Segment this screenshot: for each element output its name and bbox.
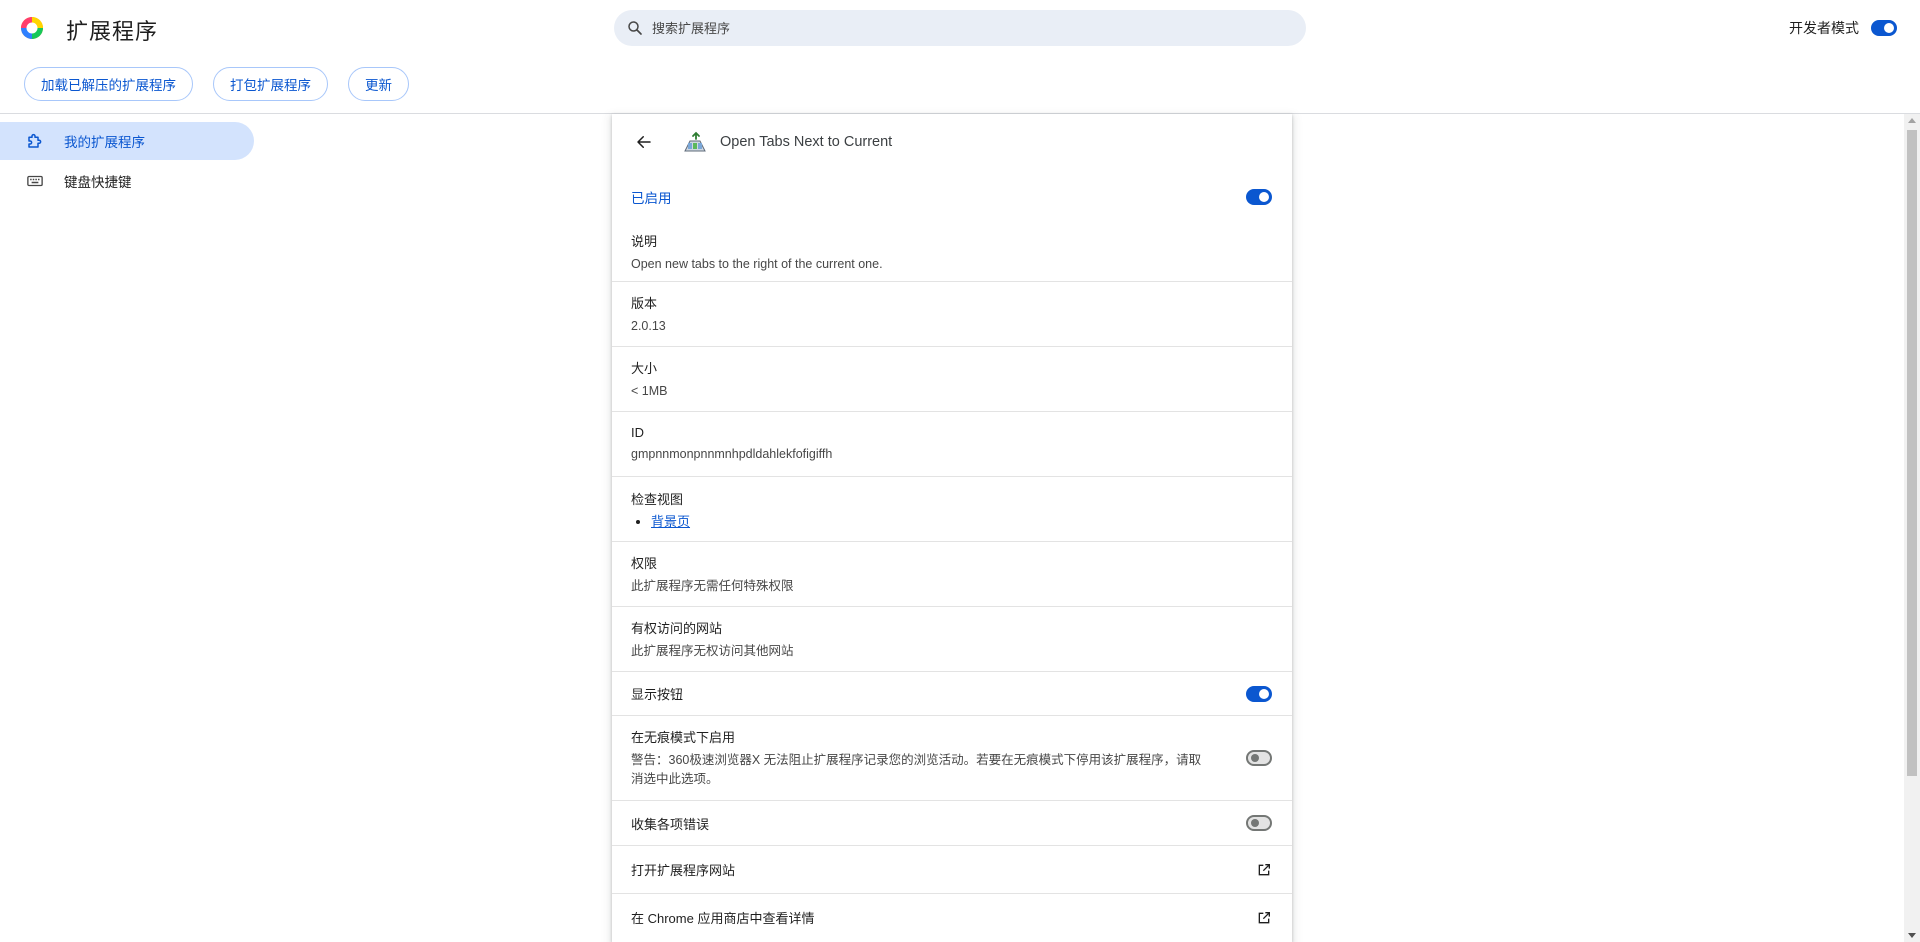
open-extension-site-row[interactable]: 打开扩展程序网站 <box>612 845 1292 893</box>
search-bar[interactable] <box>614 10 1306 46</box>
extension-name: Open Tabs Next to Current <box>720 134 893 150</box>
scrollbar-thumb[interactable] <box>1907 130 1917 776</box>
size-title: 大小 <box>631 360 658 376</box>
developer-mode-label: 开发者模式 <box>1789 20 1859 36</box>
puzzle-icon <box>26 132 44 150</box>
site-access-section: 有权访问的网站 此扩展程序无权访问其他网站 <box>612 606 1292 671</box>
inspect-views-title: 检查视图 <box>631 491 684 507</box>
show-button-toggle[interactable] <box>1246 685 1272 702</box>
scroll-down-arrow-icon[interactable] <box>1908 933 1916 938</box>
show-button-label: 显示按钮 <box>631 687 684 702</box>
version-title: 版本 <box>631 295 658 311</box>
description-title: 说明 <box>631 234 658 249</box>
permissions-text: 此扩展程序无需任何特殊权限 <box>631 578 794 593</box>
size-value: < 1MB <box>631 383 668 398</box>
collect-errors-toggle[interactable] <box>1246 815 1272 831</box>
sidebar-item-keyboard-shortcuts[interactable]: 键盘快捷键 <box>0 162 254 200</box>
site-access-text: 此扩展程序无权访问其他网站 <box>631 643 794 658</box>
incognito-toggle[interactable] <box>1246 750 1272 766</box>
open-in-new-icon <box>1256 862 1272 878</box>
extension-icon <box>682 129 708 155</box>
arrow-back-icon <box>637 136 651 148</box>
vertical-scrollbar[interactable] <box>1904 114 1920 942</box>
extension-enabled-toggle[interactable] <box>1246 189 1272 205</box>
collect-errors-row: 收集各项错误 <box>612 800 1292 845</box>
enabled-label: 已启用 <box>631 190 672 206</box>
list-item: 背景页 <box>651 511 1272 530</box>
inspect-views-section: 检查视图 背景页 <box>612 476 1292 541</box>
incognito-row: 在无痕模式下启用 警告：360极速浏览器X 无法阻止扩展程序记录您的浏览活动。若… <box>612 715 1292 800</box>
developer-mode-toggle[interactable] <box>1871 20 1897 36</box>
enabled-row: 已启用 <box>612 170 1292 224</box>
id-section: ID gmpnnmonpnnmnhpdldahlekfofigiffh <box>612 411 1292 476</box>
developer-mode: 开发者模式 <box>1789 18 1897 38</box>
background-page-link[interactable]: 背景页 <box>651 514 690 529</box>
top-bar: 扩展程序 开发者模式 <box>0 0 1920 56</box>
sidebar-item-label: 键盘快捷键 <box>64 175 132 190</box>
description-text: Open new tabs to the right of the curren… <box>631 257 883 271</box>
back-button[interactable] <box>630 128 658 156</box>
permissions-title: 权限 <box>631 555 658 571</box>
id-title: ID <box>631 424 644 440</box>
scroll-up-arrow-icon[interactable] <box>1908 118 1916 123</box>
collect-errors-label: 收集各项错误 <box>631 816 710 832</box>
sidebar-item-label: 我的扩展程序 <box>64 135 145 150</box>
id-value: gmpnnmonpnnmnhpdldahlekfofigiffh <box>631 446 833 461</box>
extension-detail-card: Open Tabs Next to Current 已启用 说明 Open ne… <box>612 114 1292 942</box>
update-button[interactable]: 更新 <box>348 67 409 101</box>
incognito-warning: 警告：360极速浏览器X 无法阻止扩展程序记录您的浏览活动。若要在无痕模式下停用… <box>631 753 1202 786</box>
browser-logo-icon <box>21 17 43 39</box>
open-in-new-icon <box>1256 910 1272 926</box>
store-label: 在 Chrome 应用商店中查看详情 <box>631 911 815 926</box>
sidebar: 我的扩展程序 键盘快捷键 <box>0 122 254 202</box>
pack-extension-button[interactable]: 打包扩展程序 <box>213 67 328 101</box>
search-icon <box>626 19 644 37</box>
keyboard-icon <box>26 172 44 190</box>
permissions-section: 权限 此扩展程序无需任何特殊权限 <box>612 541 1292 606</box>
open-site-label: 打开扩展程序网站 <box>631 863 736 878</box>
site-access-title: 有权访问的网站 <box>631 620 723 636</box>
search-input[interactable] <box>650 19 1254 37</box>
detail-header: Open Tabs Next to Current <box>612 114 1292 170</box>
toolbar: 加载已解压的扩展程序 打包扩展程序 更新 <box>24 67 429 101</box>
sidebar-item-my-extensions[interactable]: 我的扩展程序 <box>0 122 254 160</box>
description-section: 说明 Open new tabs to the right of the cur… <box>612 224 1292 281</box>
inspect-views-list: 背景页 <box>631 511 1272 530</box>
version-section: 版本 2.0.13 <box>612 281 1292 346</box>
show-button-row: 显示按钮 <box>612 671 1292 715</box>
size-section: 大小 < 1MB <box>612 346 1292 411</box>
view-in-store-row[interactable]: 在 Chrome 应用商店中查看详情 <box>612 893 1292 941</box>
incognito-title: 在无痕模式下启用 <box>631 730 736 745</box>
load-unpacked-button[interactable]: 加载已解压的扩展程序 <box>24 67 193 101</box>
page-title: 扩展程序 <box>66 19 159 44</box>
version-value: 2.0.13 <box>631 318 666 333</box>
